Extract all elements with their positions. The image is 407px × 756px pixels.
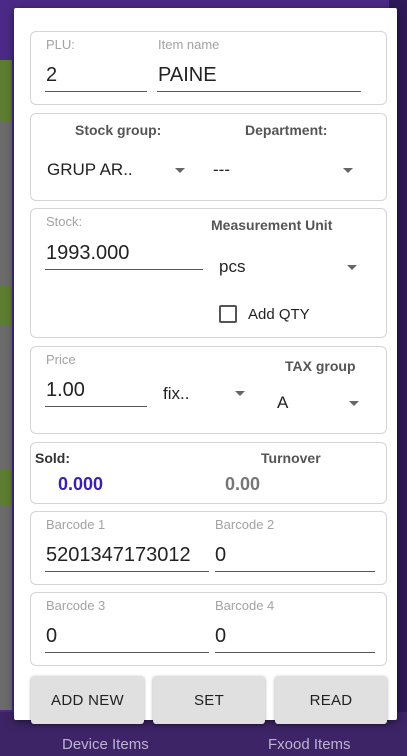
barcode-4-input[interactable]: 0 (215, 625, 226, 648)
price-label: Price (46, 352, 76, 367)
background-tab-device-items: Device Items (62, 736, 149, 753)
chevron-down-icon (349, 401, 359, 406)
stock-group-label: Stock group: (75, 122, 162, 138)
tax-group-label: TAX group (285, 358, 356, 374)
add-qty-checkbox[interactable]: Add QTY (219, 303, 339, 327)
turnover-label: Turnover (261, 450, 321, 466)
background-app-strip (0, 60, 12, 710)
sold-value: 0.000 (58, 474, 104, 494)
price-underline (45, 406, 147, 407)
sold-card: Sold: 0.000 Turnover 0.00 (30, 442, 387, 504)
barcode-card-1: Barcode 1 5201347173012 Barcode 2 0 (30, 511, 387, 585)
background-image-2 (0, 285, 12, 325)
barcode-4-underline (215, 652, 375, 653)
barcode-3-label: Barcode 3 (46, 598, 106, 613)
item-name-input[interactable]: PAINE (158, 64, 217, 87)
background-image-1 (0, 60, 12, 122)
chevron-down-icon (235, 391, 245, 396)
item-edit-dialog: PLU: 2 Item name PAINE Stock group: Depa… (14, 8, 397, 720)
item-name-underline (157, 91, 361, 92)
tax-group-dropdown[interactable]: A (271, 387, 371, 417)
barcode-2-label: Barcode 2 (215, 517, 275, 532)
department-value: --- (213, 160, 230, 179)
department-label: Department: (245, 122, 328, 138)
department-dropdown[interactable]: --- (209, 154, 367, 184)
set-button[interactable]: SET (153, 676, 265, 724)
barcode-1-underline (45, 571, 209, 572)
add-new-button[interactable]: ADD NEW (31, 676, 144, 724)
measurement-unit-label: Measurement Unit (211, 217, 333, 233)
plu-underline (45, 91, 147, 92)
background-tab-food-items: Fxood Items (268, 736, 351, 753)
item-name-label: Item name (158, 37, 220, 52)
measurement-unit-value: pcs (219, 257, 246, 276)
add-qty-label: Add QTY (248, 306, 310, 323)
plu-label: PLU: (46, 37, 75, 52)
barcode-4-label: Barcode 4 (215, 598, 275, 613)
group-card: Stock group: Department: GRUP AR.. --- (30, 113, 387, 201)
chevron-down-icon (175, 168, 185, 173)
price-type-dropdown[interactable]: fix.. (157, 381, 249, 411)
measurement-unit-dropdown[interactable]: pcs (213, 251, 373, 281)
chevron-down-icon (347, 265, 357, 270)
background-image-3 (0, 470, 12, 505)
tax-group-value: A (277, 393, 289, 412)
plu-input[interactable]: 2 (46, 64, 57, 87)
stock-underline (45, 269, 203, 270)
price-type-value: fix.. (163, 384, 190, 403)
stock-input[interactable]: 1993.000 (46, 242, 129, 265)
barcode-1-label: Barcode 1 (46, 517, 106, 532)
barcode-1-input[interactable]: 5201347173012 (46, 544, 191, 567)
sold-label: Sold: (35, 450, 70, 466)
stock-group-dropdown[interactable]: GRUP AR.. (41, 154, 191, 184)
turnover-value: 0.00 (225, 474, 261, 494)
stock-label: Stock: (46, 214, 83, 229)
checkbox-box (219, 305, 237, 323)
stock-group-value: GRUP AR.. (47, 160, 133, 179)
barcode-2-underline (215, 571, 375, 572)
barcode-3-input[interactable]: 0 (46, 625, 57, 648)
stock-card: Stock: Measurement Unit 1993.000 pcs Add… (30, 208, 387, 338)
barcode-card-2: Barcode 3 0 Barcode 4 0 (30, 592, 387, 666)
chevron-down-icon (343, 168, 353, 173)
price-input[interactable]: 1.00 (46, 379, 85, 402)
barcode-2-input[interactable]: 0 (215, 544, 226, 567)
plu-card: PLU: 2 Item name PAINE (30, 31, 387, 105)
read-button[interactable]: READ (275, 676, 387, 724)
price-card: Price 1.00 fix.. TAX group A (30, 346, 387, 434)
barcode-3-underline (45, 652, 209, 653)
